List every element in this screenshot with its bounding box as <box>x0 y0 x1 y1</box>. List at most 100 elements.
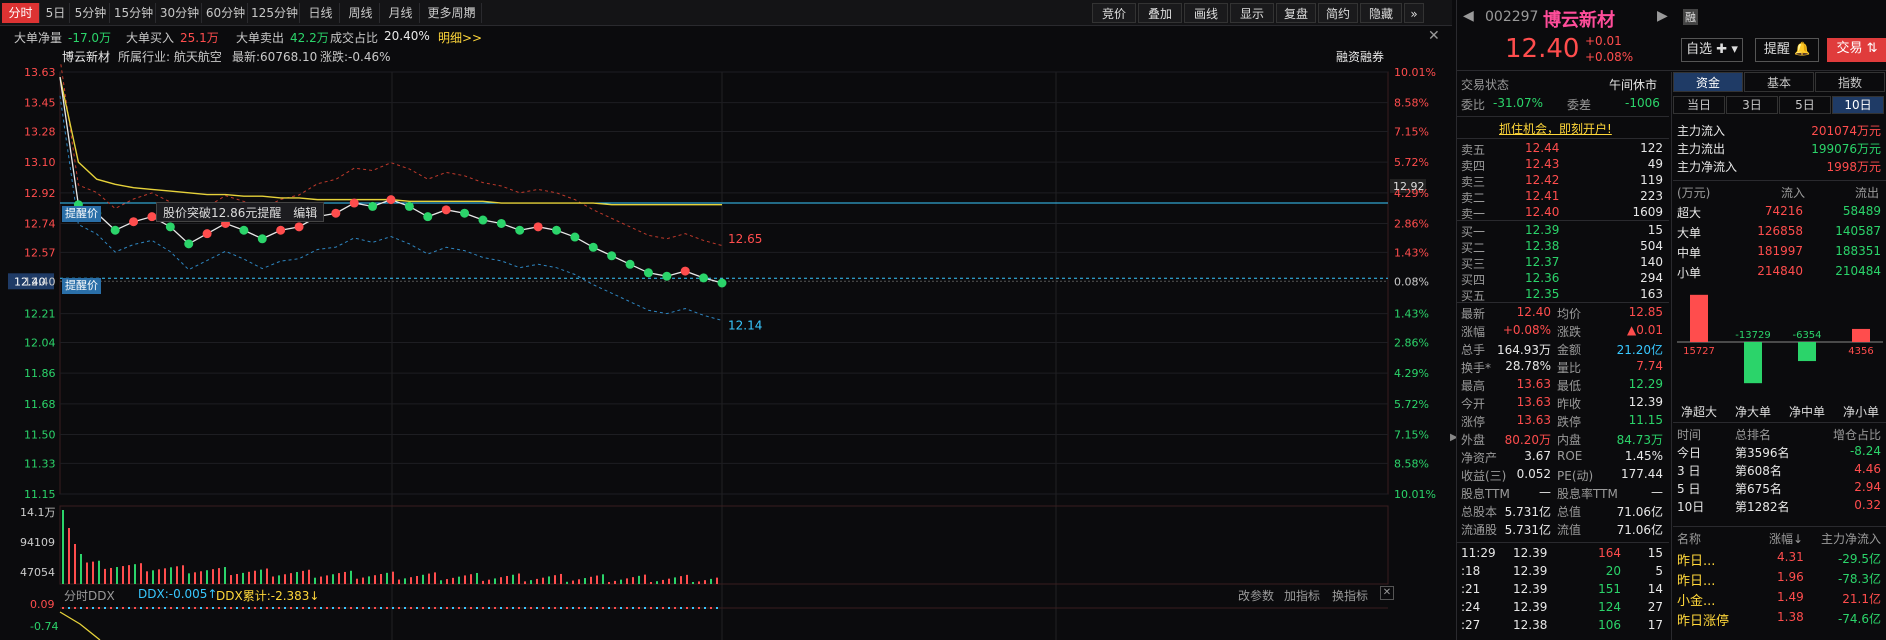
toolbar-button[interactable]: 显示 <box>1230 3 1274 23</box>
order-book-row[interactable]: 买四 12.36 294 <box>1457 270 1669 287</box>
add-watchlist-button[interactable]: 自选 ✚ ▾ <box>1681 38 1743 62</box>
rank-header: 增仓占比 <box>1832 428 1881 442</box>
list-item[interactable]: 昨日... 1.96 -78.3亿 <box>1673 568 1886 589</box>
stat-label: 外盘 <box>1461 433 1486 447</box>
volume-bar <box>92 561 94 584</box>
stat-label: 量比 <box>1557 361 1582 375</box>
toolbar-button[interactable]: 隐藏 <box>1360 3 1402 23</box>
tick-volume: 124 <box>1598 600 1621 614</box>
rank-header: 时间 <box>1677 428 1702 442</box>
price-point <box>533 222 543 232</box>
price-alert-box[interactable]: 股价突破12.86元提醒 编辑 <box>156 202 325 222</box>
list-item[interactable]: 小金... 1.49 21.1亿 <box>1673 588 1886 609</box>
fund-tab[interactable]: 资金 <box>1673 72 1743 92</box>
net-flow-bar-chart: 15727 净超大 -13729 净大单 -6354 净中单 4356 净小单 <box>1677 294 1883 419</box>
order-book-row[interactable]: 卖四 12.43 49 <box>1457 156 1669 173</box>
level-volume: 223 <box>1640 189 1663 203</box>
stock-title: 博云新材 <box>1543 10 1615 31</box>
period-tab[interactable]: 月线 <box>382 3 420 23</box>
tick-count: 27 <box>1647 600 1663 614</box>
ddx-bar <box>584 607 586 609</box>
rank-value: 第608名 <box>1735 464 1782 478</box>
period-tab[interactable]: 5日 <box>42 3 70 23</box>
day-tab[interactable]: 当日 <box>1673 96 1725 114</box>
detail-link[interactable]: 明细>> <box>438 29 482 46</box>
expand-icon[interactable]: » <box>1404 3 1424 23</box>
close-icon[interactable]: ✕ <box>1380 586 1394 600</box>
price-point <box>570 232 580 242</box>
stat-value: 12.40 <box>1516 305 1551 319</box>
order-book-row[interactable]: 卖一 12.40 1609 <box>1457 204 1669 221</box>
volume-tick-label: 94109 <box>20 536 55 549</box>
alert-price-tag[interactable]: 提醒价 <box>62 206 101 222</box>
trade-button[interactable]: 交易 ⇅ <box>1827 38 1886 62</box>
order-book-row[interactable]: 买五 12.35 163 <box>1457 286 1669 303</box>
order-book-row[interactable]: 卖五 12.44 122 <box>1457 140 1669 157</box>
switch-indicator-button[interactable]: 换指标 <box>1332 587 1368 604</box>
net-volume-label: 大单净量 <box>14 31 63 45</box>
list-header[interactable]: 涨幅↓ <box>1769 530 1803 547</box>
period-tab[interactable]: 15分钟 <box>112 3 156 23</box>
order-book-column: 交易状态 午间休市 委比 -31.07% 委差 -1006 抓住机会，即刻开户!… <box>1457 72 1669 640</box>
order-book-row[interactable]: 买三 12.37 140 <box>1457 254 1669 271</box>
ddx-bar <box>638 607 640 609</box>
period-tab[interactable]: 分时 <box>2 3 40 23</box>
period-tab[interactable]: 30分钟 <box>158 3 202 23</box>
close-icon[interactable]: ✕ <box>1428 28 1440 44</box>
volume-bar <box>284 574 286 584</box>
order-book-row[interactable]: 买一 12.39 15 <box>1457 222 1669 239</box>
net-bar-label: 净超大 <box>1681 404 1717 419</box>
ddx-bar <box>320 607 322 609</box>
toolbar-button[interactable]: 画线 <box>1184 3 1228 23</box>
price-point <box>478 215 488 225</box>
volume-bar <box>188 573 190 584</box>
ddx-bar <box>116 607 118 609</box>
alert-price-tag-2[interactable]: 提醒价 <box>62 278 101 294</box>
change-params-button[interactable]: 改参数 <box>1238 587 1274 604</box>
add-indicator-button[interactable]: 加指标 <box>1284 587 1320 604</box>
list-header[interactable]: 名称 <box>1677 530 1701 547</box>
open-account-promo[interactable]: 抓住机会，即刻开户! <box>1499 120 1612 137</box>
order-book-row[interactable]: 卖三 12.42 119 <box>1457 172 1669 189</box>
price-point <box>680 266 690 276</box>
toolbar-button[interactable]: 复盘 <box>1276 3 1316 23</box>
period-tab[interactable]: 5分钟 <box>72 3 110 23</box>
list-item[interactable]: 昨日涨停 1.38 -74.6亿 <box>1673 608 1886 629</box>
fund-tab[interactable]: 基本 <box>1744 72 1814 92</box>
net-bar-label: 净小单 <box>1843 405 1879 419</box>
volume-bar <box>494 578 496 584</box>
toolbar-button[interactable]: 竞价 <box>1092 3 1136 23</box>
order-book-row[interactable]: 卖二 12.41 223 <box>1457 188 1669 205</box>
alert-edit-button[interactable]: 编辑 <box>293 206 317 220</box>
toolbar-button[interactable]: 叠加 <box>1138 3 1182 23</box>
order-book-row[interactable]: 买二 12.38 504 <box>1457 238 1669 255</box>
day-tab[interactable]: 5日 <box>1779 96 1831 114</box>
next-stock-icon[interactable]: ▶ <box>1657 8 1668 24</box>
flow-out: 140587 <box>1835 224 1881 238</box>
margin-trading-link[interactable]: 融资融券 <box>1336 48 1384 65</box>
list-item[interactable]: 昨日... 4.31 -29.5亿 <box>1673 548 1886 569</box>
ddx-bar <box>110 607 112 609</box>
fund-tab[interactable]: 指数 <box>1815 72 1885 92</box>
level-volume: 163 <box>1640 287 1663 301</box>
prev-stock-icon[interactable]: ◀ <box>1463 8 1474 24</box>
stat-value: 11.15 <box>1628 413 1663 427</box>
day-tab[interactable]: 3日 <box>1726 96 1778 114</box>
period-tab[interactable]: 60分钟 <box>204 3 248 23</box>
list-header[interactable]: 主力净流入 <box>1821 530 1881 547</box>
triangle-down-icon[interactable]: ▼ <box>468 6 475 16</box>
period-tab[interactable]: 125分钟 <box>250 3 300 23</box>
volume-bar <box>392 571 394 584</box>
volume-bar <box>86 562 88 584</box>
ddx-bar <box>656 607 658 609</box>
intraday-chart[interactable]: 13.63 10.01% 13.45 8.58% 13.28 7.15% 13.10 5.72… <box>0 64 1452 640</box>
period-tab[interactable]: 日线 <box>302 3 340 23</box>
ddx-bar <box>290 607 292 609</box>
price-point <box>202 229 212 239</box>
alert-button[interactable]: 提醒 🔔 <box>1755 38 1819 62</box>
big-sell-label: 大单卖出 <box>236 31 285 45</box>
volume-bar <box>362 577 364 584</box>
day-tab[interactable]: 10日 <box>1832 96 1884 114</box>
toolbar-button[interactable]: 简约 <box>1318 3 1358 23</box>
period-tab[interactable]: 周线 <box>342 3 380 23</box>
